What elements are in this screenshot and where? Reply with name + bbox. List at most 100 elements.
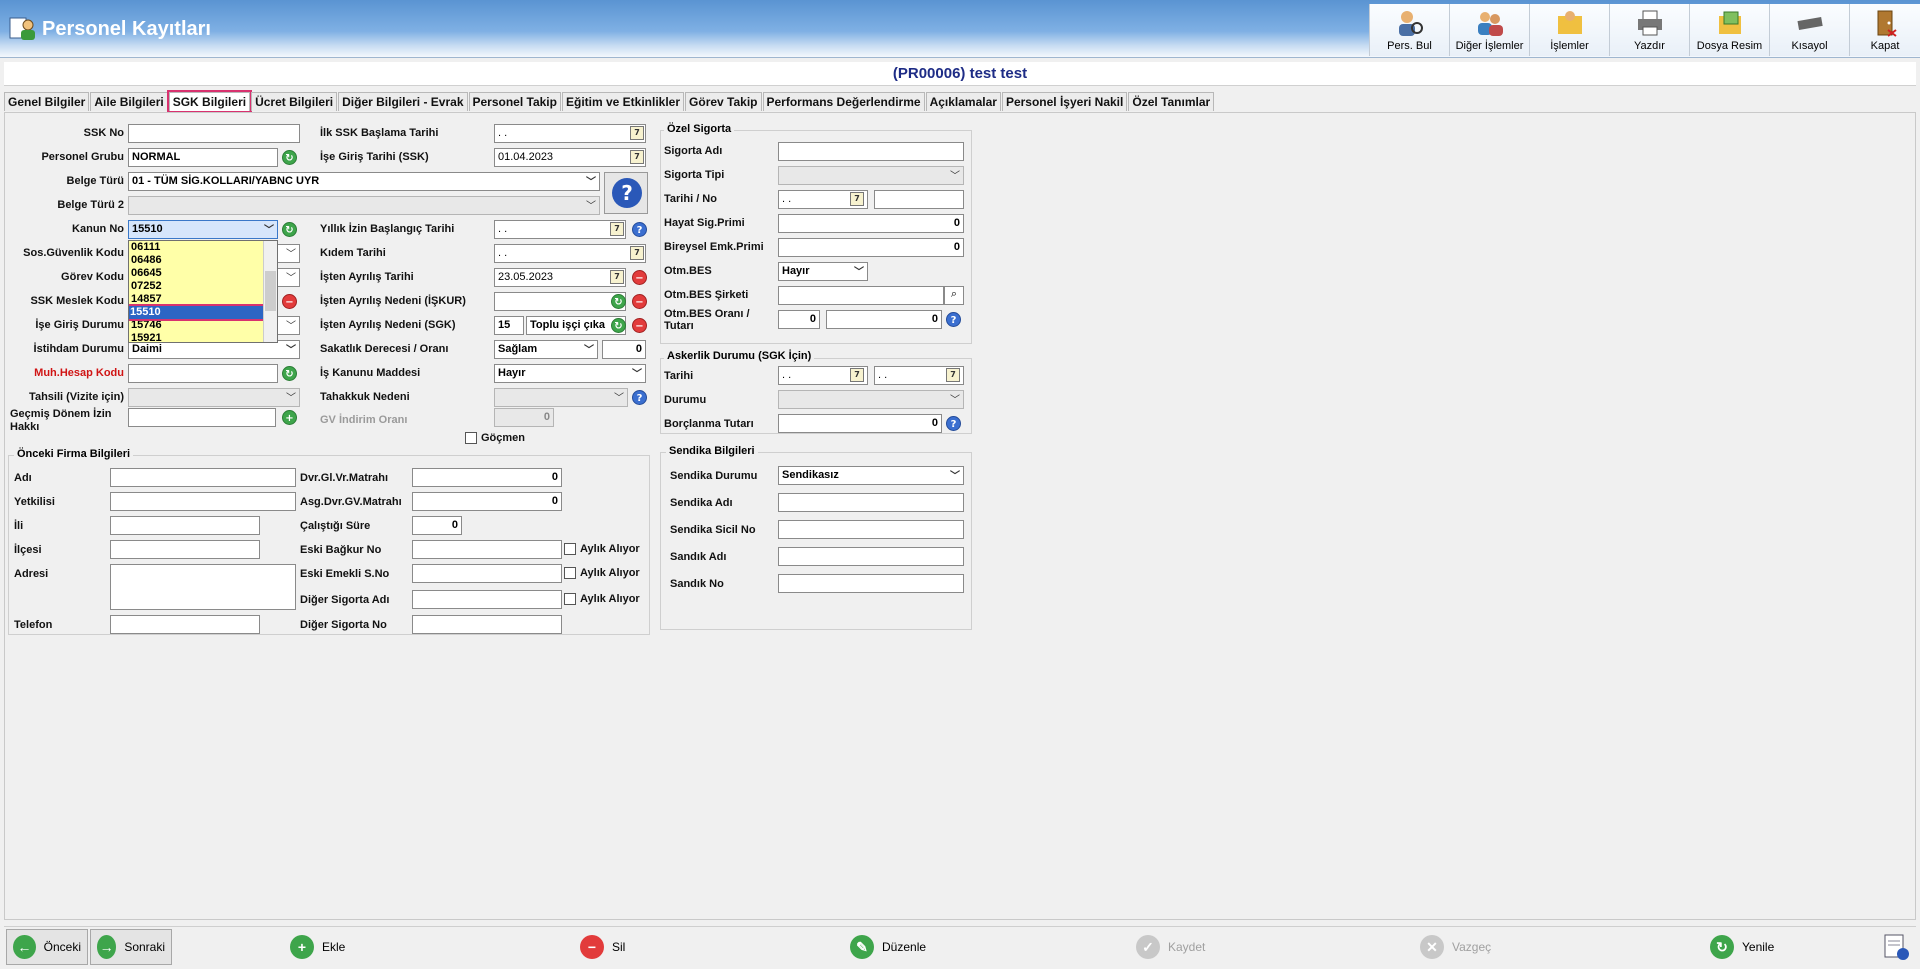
calendar-icon[interactable]: 7 (630, 126, 644, 140)
islemler-button[interactable]: İşlemler (1529, 4, 1609, 56)
kanun-option[interactable]: 14857 (129, 293, 277, 306)
dosya-resim-button[interactable]: Dosya Resim (1689, 4, 1769, 56)
gecmis-donem-add-icon[interactable]: + (282, 410, 297, 425)
aylik-aliyor-checkbox-1[interactable] (564, 543, 576, 555)
calendar-icon[interactable]: 7 (610, 270, 624, 284)
tab-ozel-tanimlar[interactable]: Özel Tanımlar (1128, 92, 1215, 111)
kanun-option-selected[interactable]: 15510 (129, 304, 277, 321)
sigorta-no-input[interactable] (874, 190, 964, 209)
ayrilis-sgk-lookup-icon[interactable]: ↻ (611, 318, 626, 333)
of-yetkilisi-input[interactable] (110, 492, 296, 511)
sendika-sicil-input[interactable] (778, 520, 964, 539)
help-button[interactable]: ? (604, 172, 648, 214)
sendika-adi-input[interactable] (778, 493, 964, 512)
of-adi-input[interactable] (110, 468, 296, 487)
tab-aciklamalar[interactable]: Açıklamalar (925, 92, 1001, 111)
askerlik-durumu-select[interactable]: ﹀ (778, 390, 964, 409)
otm-bes-tutari-input[interactable]: 0 (826, 310, 942, 329)
tab-diger-bilgileri-evrak[interactable]: Diğer Bilgileri - Evrak (338, 92, 468, 111)
ayrilis-sgk-clear-icon[interactable]: − (632, 318, 647, 333)
tab-genel-bilgiler[interactable]: Genel Bilgiler (4, 92, 90, 111)
ssk-meslek-clear-icon[interactable]: − (282, 294, 297, 309)
yillik-izin-help-icon[interactable]: ? (632, 222, 647, 237)
gocmen-checkbox[interactable] (465, 432, 477, 444)
otm-bes-help-icon[interactable]: ? (946, 312, 961, 327)
tab-sgk-bilgileri[interactable]: SGK Bilgileri (166, 90, 253, 113)
of-asg-dvr-input[interactable]: 0 (412, 492, 562, 511)
ayrilis-iskur-lookup-icon[interactable]: ↻ (611, 294, 626, 309)
calendar-icon[interactable]: 7 (850, 368, 864, 382)
kanun-option[interactable]: 07252 (129, 280, 277, 293)
gv-indirim-input[interactable]: 0 (494, 408, 554, 427)
isten-ayrilis-input[interactable]: 23.05.2023 (494, 268, 626, 287)
yenile-button[interactable]: ↻ Yenile (1710, 929, 1774, 965)
ayrilis-sgk-code[interactable]: 15 (494, 316, 524, 335)
ekle-button[interactable]: + Ekle (290, 929, 345, 965)
of-calistigi-sure-input[interactable]: 0 (412, 516, 462, 535)
ayrilis-iskur-clear-icon[interactable]: − (632, 294, 647, 309)
kanun-option[interactable]: 15921 (129, 332, 277, 342)
sonraki-button[interactable]: → Sonraki (90, 929, 172, 965)
borclanma-help-icon[interactable]: ? (946, 416, 961, 431)
tahsili-select[interactable]: ﹀ (128, 388, 300, 407)
personel-grubu-lookup-icon[interactable]: ↻ (282, 150, 297, 165)
sandik-no-input[interactable] (778, 574, 964, 593)
onceki-button[interactable]: ← Önceki (6, 929, 88, 965)
duzenle-button[interactable]: ✎ Düzenle (850, 929, 926, 965)
tab-gorev-takip[interactable]: Görev Takip (685, 92, 762, 111)
of-adresi-textarea[interactable] (110, 564, 296, 610)
belge-turu-select[interactable]: 01 - TÜM SİG.KOLLARI/YABNC UYR ﹀ (128, 172, 600, 191)
calendar-icon[interactable]: 7 (630, 246, 644, 260)
of-eski-bagkur-input[interactable] (412, 540, 562, 559)
sendika-durum-select[interactable]: Sendikasız ﹀ (778, 466, 964, 485)
of-ili-input[interactable] (110, 516, 260, 535)
aylik-aliyor-checkbox-2[interactable] (564, 567, 576, 579)
tab-isyeri-nakil[interactable]: Personel İşyeri Nakil (1001, 92, 1128, 111)
is-kanunu-select[interactable]: Hayır ﹀ (494, 364, 646, 383)
kapat-button[interactable]: Kapat (1849, 4, 1920, 56)
tab-personel-takip[interactable]: Personel Takip (468, 92, 561, 111)
of-dvr-gl-input[interactable]: 0 (412, 468, 562, 487)
ilk-ssk-input[interactable]: . . (494, 124, 646, 143)
ise-giris-input[interactable]: 01.04.2023 (494, 148, 646, 167)
borclanma-input[interactable]: 0 (778, 414, 942, 433)
tab-egitim-etkinlikler[interactable]: Eğitim ve Etkinlikler (561, 92, 685, 111)
calendar-icon[interactable]: 7 (610, 222, 624, 236)
document-info-icon[interactable] (1882, 929, 1910, 965)
sakatlik-rate-input[interactable]: 0 (602, 340, 646, 359)
otm-bes-select[interactable]: Hayır ﹀ (778, 262, 868, 281)
yillik-izin-input[interactable]: . . (494, 220, 626, 239)
gecmis-donem-input[interactable] (128, 408, 276, 427)
calendar-icon[interactable]: 7 (946, 368, 960, 382)
kisayol-button[interactable]: Kısayol (1769, 4, 1849, 56)
dropdown-scrollbar[interactable] (263, 241, 277, 342)
of-eski-emekli-input[interactable] (412, 564, 562, 583)
kanun-no-select[interactable]: 15510 ﹀ (128, 220, 278, 239)
of-diger-sig-adi-input[interactable] (412, 590, 562, 609)
ssk-no-input[interactable] (128, 124, 300, 143)
kanun-option[interactable]: 06645 (129, 267, 277, 280)
otm-bes-sirketi-input[interactable] (778, 286, 944, 305)
tahakkuk-select[interactable]: ﹀ (494, 388, 628, 407)
personel-grubu-input[interactable]: NORMAL (128, 148, 278, 167)
kanun-option[interactable]: 06486 (129, 254, 277, 267)
yazdir-button[interactable]: Yazdır (1609, 4, 1689, 56)
search-icon[interactable]: ⌕ (944, 286, 964, 305)
belge-turu2-select[interactable]: ﹀ (128, 196, 600, 215)
vazgec-button[interactable]: ✕ Vazgeç (1420, 929, 1491, 965)
otm-bes-orani-input[interactable]: 0 (778, 310, 820, 329)
kidem-input[interactable]: . . (494, 244, 646, 263)
tab-performans[interactable]: Performans Değerlendirme (762, 92, 925, 111)
tab-aile-bilgileri[interactable]: Aile Bilgileri (90, 92, 168, 111)
ayrilis-iskur-input[interactable] (494, 292, 626, 311)
pers-bul-button[interactable]: Pers. Bul (1369, 4, 1449, 56)
tahakkuk-help-icon[interactable]: ? (632, 390, 647, 405)
sigorta-adi-input[interactable] (778, 142, 964, 161)
kanun-no-lookup-icon[interactable]: ↻ (282, 222, 297, 237)
aylik-aliyor-checkbox-3[interactable] (564, 593, 576, 605)
sandik-adi-input[interactable] (778, 547, 964, 566)
kanun-option[interactable]: 15746 (129, 319, 277, 332)
kaydet-button[interactable]: ✓ Kaydet (1136, 929, 1205, 965)
muh-hesap-input[interactable] (128, 364, 278, 383)
of-ilcesi-input[interactable] (110, 540, 260, 559)
